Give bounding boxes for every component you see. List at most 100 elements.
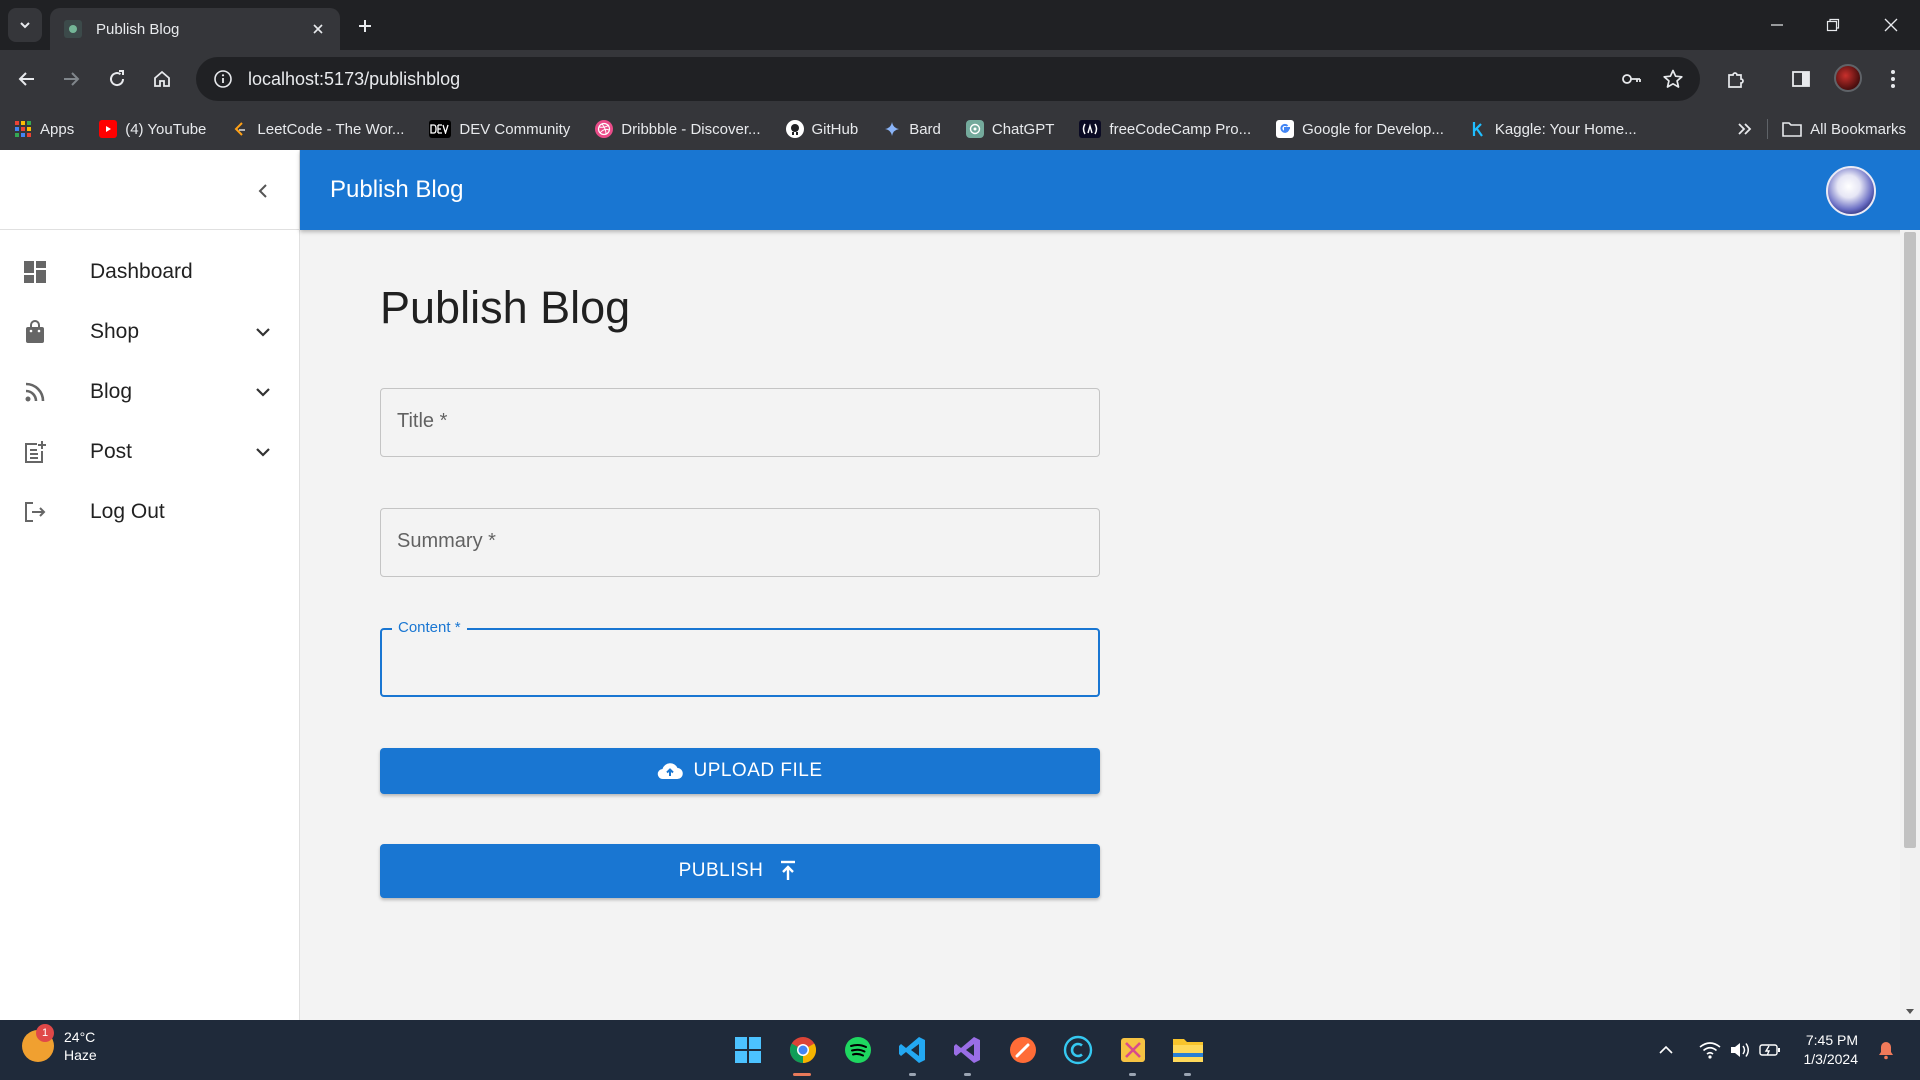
- back-button[interactable]: [12, 64, 42, 94]
- side-panel-icon: [1792, 71, 1810, 87]
- chevron-down-icon[interactable]: [250, 439, 276, 465]
- site-info-icon[interactable]: [208, 64, 238, 94]
- scroll-down-arrow-icon[interactable]: [1905, 1008, 1915, 1016]
- chevron-down-icon[interactable]: [250, 319, 276, 345]
- new-tab-button[interactable]: [352, 13, 378, 39]
- content-field[interactable]: Content *: [380, 619, 1100, 697]
- notification-bell-icon[interactable]: [1872, 1036, 1900, 1064]
- app-bar-title: Publish Blog: [330, 176, 464, 203]
- folder-icon: [1782, 121, 1802, 137]
- password-key-icon[interactable]: [1616, 64, 1646, 94]
- taskbar-file-explorer[interactable]: [1160, 1020, 1215, 1080]
- sidebar-item-label: Post: [90, 440, 133, 463]
- bookmark-label: (4) YouTube: [125, 120, 207, 138]
- freecodecamp-icon: [1079, 120, 1102, 138]
- weather-widget[interactable]: 1 24°C Haze: [22, 1024, 97, 1064]
- summary-field[interactable]: Summary *: [380, 508, 1100, 577]
- bookmark-item[interactable]: freeCodeCamp Pro...: [1079, 120, 1251, 138]
- more-bookmarks-icon[interactable]: [1737, 122, 1753, 136]
- clock[interactable]: 7:45 PM 1/3/2024: [1804, 1031, 1859, 1069]
- all-bookmarks-link[interactable]: All Bookmarks: [1810, 121, 1906, 138]
- browser-menu-button[interactable]: [1878, 64, 1908, 94]
- tab-close-icon[interactable]: [308, 19, 328, 39]
- minimize-icon: [1771, 24, 1783, 26]
- collapse-sidebar-button[interactable]: [248, 176, 278, 206]
- page-favicon-icon: [64, 20, 82, 38]
- sidebar-item-label: Dashboard: [90, 260, 193, 283]
- bookmark-item[interactable]: LeetCode - The Wor...: [231, 120, 404, 138]
- sidebar-item-blog[interactable]: Blog: [0, 362, 299, 422]
- upload-file-label: UPLOAD FILE: [693, 760, 823, 781]
- bookmark-item[interactable]: Kaggle: Your Home...: [1469, 120, 1637, 138]
- sidebar-item-shop[interactable]: Shop: [0, 302, 299, 362]
- title-field[interactable]: Title *: [380, 388, 1100, 457]
- sidebar-item-logout[interactable]: Log Out: [0, 482, 299, 542]
- taskbar-postman[interactable]: [995, 1020, 1050, 1080]
- extensions-button[interactable]: [1721, 64, 1751, 94]
- clock-date: 1/3/2024: [1803, 1051, 1859, 1067]
- bard-icon: [883, 120, 901, 138]
- bookmark-item[interactable]: Apps: [14, 120, 74, 138]
- summary-placeholder: Summary *: [397, 530, 496, 552]
- bookmark-label: Dribbble - Discover...: [621, 120, 761, 138]
- chevron-up-icon[interactable]: [1652, 1036, 1680, 1064]
- bookmark-item[interactable]: Google for Develop...: [1276, 120, 1444, 138]
- browser-toolbar: localhost:5173/publishblog: [0, 50, 1920, 108]
- reload-button[interactable]: [102, 64, 132, 94]
- windows-logo-icon: [734, 1037, 761, 1063]
- taskbar-vscode[interactable]: [885, 1020, 940, 1080]
- page-title: Publish Blog: [380, 282, 631, 333]
- system-tray: 7:45 PM 1/3/2024: [1652, 1020, 1920, 1080]
- taskbar-spotify[interactable]: [830, 1020, 885, 1080]
- vertical-scrollbar[interactable]: [1900, 230, 1920, 1020]
- restore-window-button[interactable]: [1818, 10, 1848, 40]
- wifi-icon[interactable]: [1696, 1036, 1724, 1064]
- profile-avatar[interactable]: [1834, 64, 1862, 92]
- bookmark-label: ChatGPT: [991, 120, 1055, 138]
- scrollbar-thumb[interactable]: [1904, 232, 1916, 848]
- google-icon: [1276, 120, 1295, 138]
- taskbar-chrome[interactable]: [775, 1020, 830, 1080]
- weather-condition: Haze: [64, 1047, 97, 1063]
- bookmark-item[interactable]: Bard: [883, 120, 941, 138]
- active-tab[interactable]: Publish Blog: [50, 8, 340, 50]
- leetcode-icon: [231, 120, 249, 138]
- sidebar-item-post[interactable]: Post: [0, 422, 299, 482]
- shopping-bag-icon: [22, 319, 48, 345]
- battery-charging-icon[interactable]: [1756, 1036, 1784, 1064]
- home-icon: [154, 70, 170, 87]
- publish-button[interactable]: PUBLISH: [380, 844, 1100, 898]
- bookmark-item[interactable]: ChatGPT: [965, 120, 1055, 138]
- publish-form: Publish Blog Title * Summary * Content *…: [380, 230, 1100, 898]
- content-input[interactable]: [396, 630, 1086, 695]
- chevron-left-icon: [258, 184, 267, 198]
- minimize-window-button[interactable]: [1762, 10, 1792, 40]
- sidebar-nav: Dashboard Shop Blog Post Log Out: [0, 230, 299, 542]
- taskbar-app-c[interactable]: [1050, 1020, 1105, 1080]
- volume-icon[interactable]: [1726, 1036, 1754, 1064]
- bookmark-item[interactable]: DEV Community: [429, 120, 570, 138]
- bookmark-star-icon[interactable]: [1658, 64, 1688, 94]
- bookmark-item[interactable]: (4) YouTube: [99, 120, 206, 138]
- address-bar[interactable]: localhost:5173/publishblog: [196, 57, 1700, 101]
- taskbar-snipping-tool[interactable]: [1105, 1020, 1160, 1080]
- upload-file-button[interactable]: UPLOAD FILE: [380, 748, 1100, 794]
- close-window-button[interactable]: [1876, 10, 1906, 40]
- chevron-down-icon[interactable]: [250, 379, 276, 405]
- tab-search-button[interactable]: [8, 8, 42, 42]
- user-avatar[interactable]: [1826, 166, 1876, 216]
- bookmark-item[interactable]: Dribbble - Discover...: [595, 120, 761, 138]
- sidebar-item-dashboard[interactable]: Dashboard: [0, 242, 299, 302]
- bookmark-item[interactable]: GitHub: [785, 120, 858, 138]
- taskbar-visual-studio[interactable]: [940, 1020, 995, 1080]
- sidebar-item-label: Blog: [90, 380, 133, 403]
- sidebar-header: [0, 150, 299, 230]
- github-icon: [785, 120, 804, 138]
- running-indicator: [1184, 1073, 1191, 1076]
- start-button[interactable]: [720, 1020, 775, 1080]
- weather-badge: 1: [36, 1024, 54, 1042]
- home-button[interactable]: [147, 64, 177, 94]
- forward-button[interactable]: [56, 64, 86, 94]
- side-panel-button[interactable]: [1786, 64, 1816, 94]
- youtube-icon: [99, 120, 118, 138]
